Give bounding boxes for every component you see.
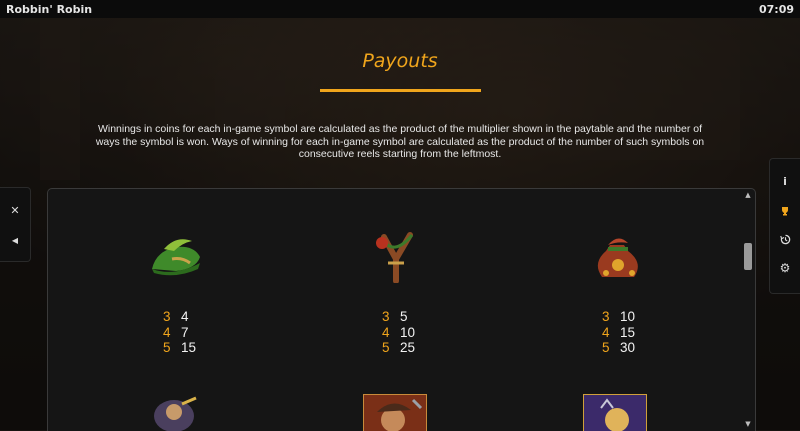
symbol-slingshot bbox=[368, 227, 428, 287]
coin-sack-icon bbox=[597, 238, 638, 277]
multiplier: 30 bbox=[620, 340, 636, 355]
prince-portrait-icon bbox=[582, 393, 648, 431]
game-title: Robbin' Robin bbox=[6, 2, 93, 16]
right-control-panel: i ⚙ bbox=[769, 158, 800, 294]
green-hat-icon bbox=[152, 239, 200, 276]
payout-row: 5 30 bbox=[602, 340, 635, 356]
symbol-count: 4 bbox=[602, 324, 610, 340]
payouts-slingshot: 35 4 10 5 25 bbox=[382, 309, 415, 356]
multiplier: 10 bbox=[400, 324, 416, 340]
close-icon: ✕ bbox=[10, 203, 20, 217]
symbol-coin-sack bbox=[588, 227, 648, 287]
page-title: Payouts bbox=[362, 50, 438, 72]
multiplier: 25 bbox=[400, 340, 416, 355]
gear-icon: ⚙ bbox=[779, 261, 791, 275]
paytable-button[interactable] bbox=[770, 197, 800, 225]
payout-row: 35 bbox=[382, 309, 415, 325]
payout-description: Winnings in coins for each in-game symbo… bbox=[95, 123, 705, 160]
slingshot-icon bbox=[376, 232, 414, 284]
robin-portrait-icon bbox=[362, 393, 428, 431]
symbol-count: 3 bbox=[602, 309, 610, 324]
symbol-count: 4 bbox=[163, 324, 171, 340]
symbol-robin-partial bbox=[362, 393, 428, 431]
multiplier: 4 bbox=[181, 309, 189, 324]
payout-row: 34 bbox=[163, 309, 196, 325]
payout-row: 47 bbox=[163, 325, 196, 341]
back-button[interactable]: ◀ bbox=[0, 226, 30, 254]
symbol-green-hat bbox=[146, 233, 206, 293]
symbol-archer-partial bbox=[148, 394, 208, 431]
payout-row: 4 10 bbox=[382, 325, 415, 341]
info-icon: i bbox=[783, 174, 787, 188]
payouts-green-hat: 34 47 5 15 bbox=[163, 309, 196, 356]
scroll-down-arrow[interactable]: ▼ bbox=[743, 419, 753, 429]
scrollbar-thumb[interactable] bbox=[744, 243, 752, 270]
symbol-prince-partial bbox=[582, 393, 648, 431]
left-control-panel: ✕ ◀ bbox=[0, 187, 31, 262]
multiplier: 5 bbox=[400, 309, 408, 324]
scroll-up-arrow[interactable]: ▲ bbox=[743, 190, 753, 200]
triangle-left-icon: ◀ bbox=[11, 235, 19, 245]
paytable-panel[interactable]: ▲ ▼ 34 47 5 15 3 5 4 10 5 25 3 10 4 15 5… bbox=[47, 188, 756, 431]
multiplier: 15 bbox=[181, 340, 197, 355]
close-button[interactable]: ✕ bbox=[0, 196, 30, 224]
info-button[interactable]: i bbox=[770, 167, 800, 195]
payout-row: 5 25 bbox=[382, 340, 415, 356]
archer-icon bbox=[154, 396, 197, 431]
multiplier: 15 bbox=[620, 324, 636, 340]
symbol-count: 5 bbox=[602, 340, 610, 355]
symbol-count: 3 bbox=[382, 309, 390, 324]
symbol-count: 4 bbox=[382, 324, 390, 340]
clock: 07:09 bbox=[758, 2, 794, 16]
payouts-coin-sack: 3 10 4 15 5 30 bbox=[602, 309, 635, 356]
multiplier: 10 bbox=[620, 309, 636, 324]
trophy-icon bbox=[782, 207, 788, 216]
multiplier: 7 bbox=[181, 324, 189, 340]
payout-row: 3 10 bbox=[602, 309, 635, 325]
title-underline bbox=[320, 89, 481, 92]
history-button[interactable] bbox=[770, 225, 800, 253]
symbol-count: 3 bbox=[163, 309, 171, 324]
symbol-count: 5 bbox=[163, 340, 171, 355]
settings-button[interactable]: ⚙ bbox=[770, 254, 800, 282]
payout-row: 4 15 bbox=[602, 325, 635, 341]
symbol-count: 5 bbox=[382, 340, 390, 355]
payout-row: 5 15 bbox=[163, 340, 196, 356]
history-icon bbox=[779, 234, 790, 244]
top-bar: Robbin' Robin 07:09 bbox=[0, 0, 800, 18]
